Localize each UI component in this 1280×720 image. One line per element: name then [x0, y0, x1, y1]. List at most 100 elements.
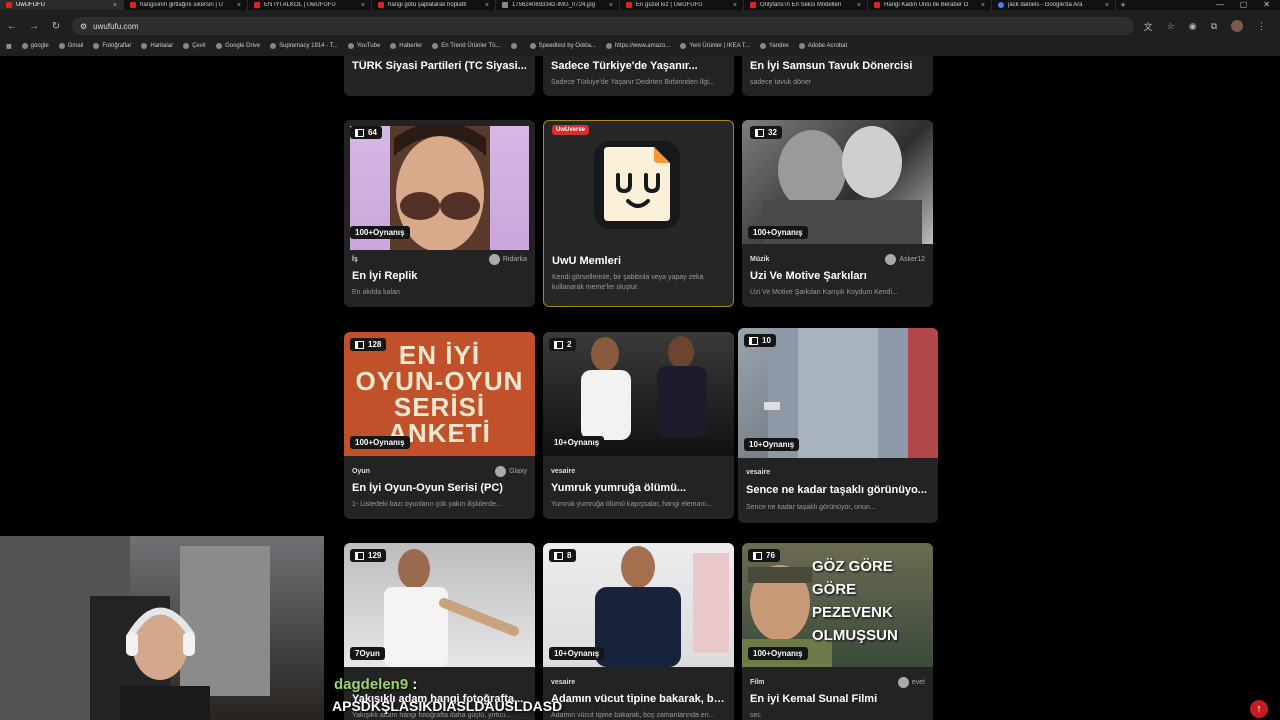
quiz-card[interactable]: En İyi Samsun Tavuk Dönercisi sadece tav… [742, 56, 933, 96]
quiz-card[interactable]: 2 10+Oynanış vesaire Yumruk yumruğa ölüm… [543, 332, 734, 519]
minimize-icon[interactable]: — [1216, 0, 1224, 10]
card-category: vesaire [746, 469, 771, 476]
bookmark-item[interactable]: Yandex [759, 43, 789, 49]
card-author[interactable]: Asker12 [885, 254, 925, 265]
bookmark-favicon-icon [141, 43, 148, 49]
quiz-card[interactable]: TÜRK Siyasi Partileri (TC Siyasi... [344, 56, 535, 96]
cards-icon [355, 340, 364, 349]
close-tab-icon[interactable]: × [113, 2, 117, 9]
cards-icon [355, 128, 364, 137]
tab-item[interactable]: EN İYİ ALKOL | UwUFUFU × [248, 0, 372, 10]
bookmark-item[interactable] [510, 43, 520, 49]
close-tab-icon[interactable]: × [733, 2, 737, 9]
bookmark-item[interactable]: https://www.amazo... [605, 43, 670, 49]
address-bar[interactable]: ⚙ uwufufu.com [72, 17, 1134, 35]
close-tab-icon[interactable]: × [1105, 2, 1109, 9]
tab-item[interactable]: jack daniels - Google'da Ara × [992, 0, 1116, 10]
uwufufu-favicon-icon [750, 2, 756, 8]
browser-chrome: UwUFUFU × hangisinin girtlağını sikersin … [0, 0, 1280, 56]
bookmark-item[interactable]: Haberler [390, 43, 422, 49]
quiz-card[interactable]: 64 100+Oynanış İş Ridarka En İyi Replik … [344, 120, 535, 307]
close-tab-icon[interactable]: × [485, 2, 489, 9]
translate-icon[interactable]: 文 [1144, 20, 1153, 33]
item-count-badge: 10 [744, 334, 776, 347]
card-description: sec [750, 712, 761, 719]
thumbnail-caption: GÖZ GÖRE GÖRE PEZEVENK OLMUŞSUN [812, 555, 933, 647]
bookmark-item[interactable]: Çevir [183, 43, 206, 49]
tab-item[interactable]: hangi götü şaplatarak hoplattı × [372, 0, 496, 10]
uwu-logo-icon [594, 141, 680, 229]
close-tab-icon[interactable]: × [361, 2, 365, 9]
uwufufu-favicon-icon [6, 2, 12, 8]
quiz-card[interactable]: GÖZ GÖRE GÖRE PEZEVENK OLMUŞSUN 76 100+O… [742, 543, 933, 720]
maximize-icon[interactable]: ▢ [1240, 0, 1248, 10]
bookmark-item[interactable]: Haritalar [141, 43, 173, 49]
close-window-icon[interactable]: ✕ [1263, 0, 1270, 10]
quiz-card[interactable]: 10 10+Oynanış vesaire Sence ne kadar taş… [738, 328, 938, 523]
thumbnail-text: SERİSİ [393, 392, 486, 422]
menu-icon[interactable]: ⋮ [1257, 21, 1266, 32]
image-favicon-icon [502, 2, 508, 8]
extensions-puzzle-icon[interactable]: ⧉ [1211, 21, 1217, 32]
quiz-card[interactable]: EN İYİ OYUN-OYUN SERİSİ ANKETİ 128 100+O… [344, 332, 535, 519]
page-content: TÜRK Siyasi Partileri (TC Siyasi... Sade… [0, 56, 1280, 720]
close-tab-icon[interactable]: × [857, 2, 861, 9]
bookmark-item[interactable]: Speedtest by Ookla... [529, 43, 596, 49]
profile-avatar[interactable] [1231, 20, 1243, 32]
back-icon[interactable]: ← [6, 21, 18, 32]
card-category: Oyun [352, 468, 370, 475]
quiz-card[interactable]: Sadece Türkiye'de Yaşanır... Sadece Türk… [543, 56, 734, 96]
tab-item[interactable]: En güzel kız | UwUFUFU × [620, 0, 744, 10]
bookmark-favicon-icon [432, 43, 439, 49]
card-author[interactable]: Ridarka [488, 254, 527, 265]
new-tab-button[interactable]: + [1116, 0, 1130, 10]
bookmark-item[interactable]: Yeni Ürünler | IKEA T... [680, 43, 750, 49]
close-tab-icon[interactable]: × [981, 2, 985, 9]
quiz-card[interactable]: 8 10+Oynanış vesaire Adamın vücut tipine… [543, 543, 734, 720]
close-tab-icon[interactable]: × [609, 2, 613, 9]
quiz-card[interactable]: 129 7Oyun Yakışıklı adam hangi fotoğraft… [344, 543, 535, 720]
bookmark-item[interactable]: Gmail [58, 43, 83, 49]
item-count-badge: 8 [549, 549, 577, 562]
bookmark-item[interactable]: YouTube [347, 43, 380, 49]
card-author[interactable]: Glaxy [495, 466, 527, 477]
tab-uwufufu[interactable]: UwUFUFU × [0, 0, 124, 10]
cards-icon [355, 551, 364, 560]
item-count-badge: 64 [350, 126, 382, 139]
uwu-memes-card[interactable]: UwUverse UwU Memleri Kendi görsellerinle… [543, 120, 734, 307]
bookmark-favicon-icon [216, 43, 223, 49]
forward-icon[interactable]: → [28, 21, 40, 32]
item-count-badge: 2 [549, 338, 577, 351]
bookmark-item[interactable]: Adobe Acrobat [798, 43, 847, 49]
uwufufu-favicon-icon [254, 2, 260, 8]
bookmark-item[interactable]: Google Drive [216, 43, 260, 49]
tab-item[interactable]: hangisinin girtlağını sikersin | U × [124, 0, 248, 10]
bookmark-favicon-icon [759, 43, 766, 49]
apps-grid-icon[interactable]: ▦ [6, 43, 12, 50]
card-title: En İyi Replik [352, 270, 418, 282]
bookmark-star-icon[interactable]: ☆ [1167, 21, 1175, 32]
tab-item[interactable]: Onlyfans'ın En Seksi Modelleri × [744, 0, 868, 10]
chat-username: dagdelen9 : [334, 676, 418, 693]
quiz-card[interactable]: 32 100+Oynanış Müzik Asker12 Uzi Ve Moti… [742, 120, 933, 307]
toolbar-actions: 文 ☆ ◉ ⧉ ⋮ [1144, 20, 1274, 33]
card-author[interactable]: evet [897, 677, 925, 688]
card-description: Sadece Türkiye'de Yaşanır Dedirten Birbi… [551, 79, 715, 86]
thumbnail-text: PEZEVENK [812, 604, 893, 621]
bookmark-favicon-icon [529, 43, 536, 49]
tab-item[interactable]: Hangi Kadın Ünlü İle Beraber O × [868, 0, 992, 10]
extension-icon[interactable]: ◉ [1189, 21, 1197, 32]
tab-item[interactable]: 1756240693342-IMG_0724.jpg × [496, 0, 620, 10]
thumbnail-text: GÖZ GÖRE GÖRE [812, 558, 893, 598]
scroll-to-top-button[interactable]: ↑ [1250, 700, 1268, 718]
site-info-icon[interactable]: ⚙ [80, 22, 87, 31]
tab-label: Onlyfans'ın En Seksi Modelleri [760, 2, 842, 8]
bookmark-item[interactable]: En Trend Ürünler Tü... [432, 43, 501, 49]
bookmark-item[interactable]: google [21, 43, 49, 49]
tab-label: En güzel kız | UwUFUFU [636, 2, 703, 8]
reload-icon[interactable]: ↻ [50, 21, 62, 32]
bookmark-item[interactable]: Fotoğraflar [93, 43, 131, 49]
close-tab-icon[interactable]: × [237, 2, 241, 9]
bookmark-item[interactable]: Supremacy 1914 - T... [270, 43, 338, 49]
card-title: TÜRK Siyasi Partileri (TC Siyasi... [352, 60, 527, 72]
